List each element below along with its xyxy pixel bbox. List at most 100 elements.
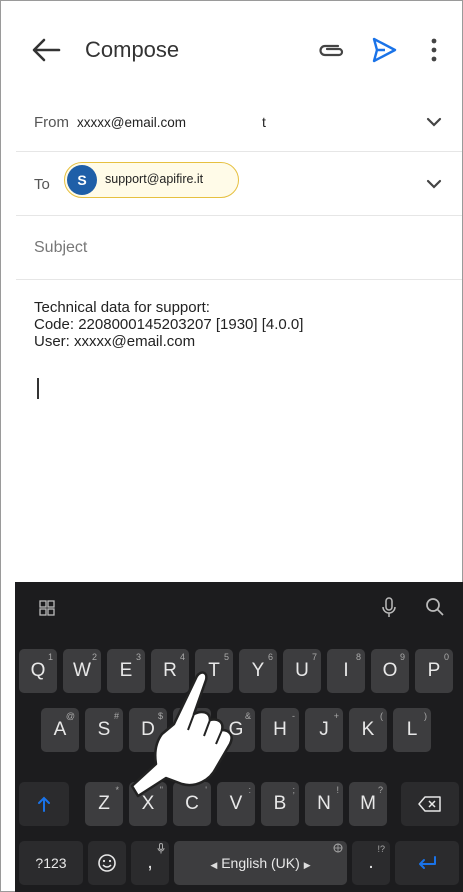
more-options-icon[interactable] — [429, 37, 439, 63]
key-hint: 3 — [135, 652, 141, 662]
recipient-chip[interactable]: S support@apifire.it — [64, 162, 239, 198]
key-label: Z — [98, 793, 110, 814]
apps-grid-icon[interactable] — [39, 600, 55, 616]
tap-gesture-hand-icon — [130, 671, 233, 798]
key-label: W — [73, 660, 91, 681]
key-hint: 5 — [223, 652, 229, 662]
chevron-down-icon[interactable] — [426, 117, 442, 127]
key-label: O — [382, 660, 398, 681]
to-row[interactable]: To S support@apifire.it — [16, 151, 462, 216]
key-hint: : — [248, 785, 251, 795]
key-u[interactable]: U7 — [283, 649, 321, 693]
body-line: Technical data for support: — [34, 299, 210, 316]
key-hint: 0 — [443, 652, 449, 662]
key-i[interactable]: I8 — [327, 649, 365, 693]
key-y[interactable]: Y6 — [239, 649, 277, 693]
key-z[interactable]: Z * — [85, 782, 123, 826]
key-hint: + — [333, 711, 339, 721]
key-hint: 7 — [311, 652, 317, 662]
to-label: To — [34, 176, 50, 193]
microphone-icon[interactable] — [381, 597, 397, 619]
chevron-down-icon[interactable] — [426, 179, 442, 189]
period-key-label: . — [368, 852, 374, 873]
key-hint: ) — [424, 711, 427, 721]
comma-key[interactable]: , — [131, 841, 169, 885]
key-label: B — [273, 793, 287, 814]
spacebar[interactable]: ◀ English (UK) ▶ — [174, 841, 347, 885]
key-l[interactable]: L) — [393, 708, 431, 752]
space-right-arrow-icon: ▶ — [303, 860, 311, 870]
back-arrow-icon[interactable] — [29, 35, 63, 65]
enter-icon — [419, 856, 436, 869]
key-label: P — [427, 660, 441, 681]
send-icon[interactable] — [371, 36, 397, 64]
comma-key-label: , — [147, 852, 153, 873]
key-p[interactable]: P0 — [415, 649, 453, 693]
key-label: J — [319, 719, 329, 740]
key-label: N — [317, 793, 331, 814]
subject-input[interactable]: Subject — [34, 239, 87, 257]
text-cursor — [37, 378, 39, 399]
key-hint: * — [115, 785, 119, 795]
key-label: I — [343, 660, 349, 681]
key-b[interactable]: B; — [261, 782, 299, 826]
period-key[interactable]: . !? — [352, 841, 390, 885]
key-hint: ? — [377, 785, 383, 795]
key-label: A — [53, 719, 67, 740]
key-hint: 6 — [267, 652, 273, 662]
key-hint: # — [113, 711, 119, 721]
paperclip-icon[interactable] — [315, 37, 345, 63]
key-a[interactable]: A @ — [41, 708, 79, 752]
body-line: User: xxxxx@email.com — [34, 333, 196, 350]
key-s[interactable]: S # — [85, 708, 123, 752]
from-extra-text: t — [262, 114, 266, 130]
search-icon[interactable] — [425, 597, 445, 617]
emoji-key[interactable] — [88, 841, 126, 885]
from-row[interactable]: From xxxxx@email.com t — [16, 93, 462, 152]
key-label: H — [273, 719, 287, 740]
key-q[interactable]: Q1 — [19, 649, 57, 693]
recipient-email: support@apifire.it — [105, 172, 204, 186]
key-hint: ! — [336, 785, 339, 795]
symbols-key-label: ?123 — [35, 855, 67, 871]
key-hint: ; — [292, 785, 295, 795]
period-hint: !? — [377, 844, 385, 854]
space-left-arrow-icon: ◀ — [210, 860, 218, 870]
key-label: M — [360, 793, 376, 814]
enter-key[interactable] — [395, 841, 459, 885]
from-label: From — [34, 114, 69, 131]
keyboard-toolbar — [15, 582, 463, 634]
shift-key[interactable] — [19, 782, 69, 826]
message-body[interactable]: Technical data for support: Code: 220800… — [34, 299, 303, 350]
avatar: S — [67, 165, 97, 195]
emoji-icon — [98, 854, 116, 872]
page-title: Compose — [85, 37, 180, 62]
backspace-key[interactable] — [401, 782, 459, 826]
key-hint: 2 — [91, 652, 97, 662]
keyboard-language-label: English (UK) — [221, 855, 300, 871]
shift-arrow-icon — [38, 796, 50, 812]
symbols-key[interactable]: ?123 — [19, 841, 83, 885]
key-label: K — [361, 719, 375, 740]
key-label: Q — [30, 660, 46, 681]
key-hint: - — [292, 711, 295, 721]
globe-icon — [333, 843, 343, 853]
key-label: L — [406, 719, 418, 740]
key-o[interactable]: O9 — [371, 649, 409, 693]
key-hint: 1 — [47, 652, 53, 662]
key-m[interactable]: M? — [349, 782, 387, 826]
from-value: xxxxx@email.com — [77, 115, 186, 130]
key-h[interactable]: H- — [261, 708, 299, 752]
toolbar: Compose — [1, 1, 462, 93]
key-j[interactable]: J + — [305, 708, 343, 752]
body-line: Code: 2208000145203207 [1930] [4.0.0] — [34, 316, 304, 333]
key-hint: @ — [65, 711, 75, 721]
key-label: Y — [251, 660, 265, 681]
microphone-hint-icon — [157, 843, 165, 854]
key-hint: 9 — [399, 652, 405, 662]
key-k[interactable]: K( — [349, 708, 387, 752]
key-label: S — [97, 719, 111, 740]
key-hint: 4 — [179, 652, 185, 662]
key-n[interactable]: N! — [305, 782, 343, 826]
key-w[interactable]: W2 — [63, 649, 101, 693]
